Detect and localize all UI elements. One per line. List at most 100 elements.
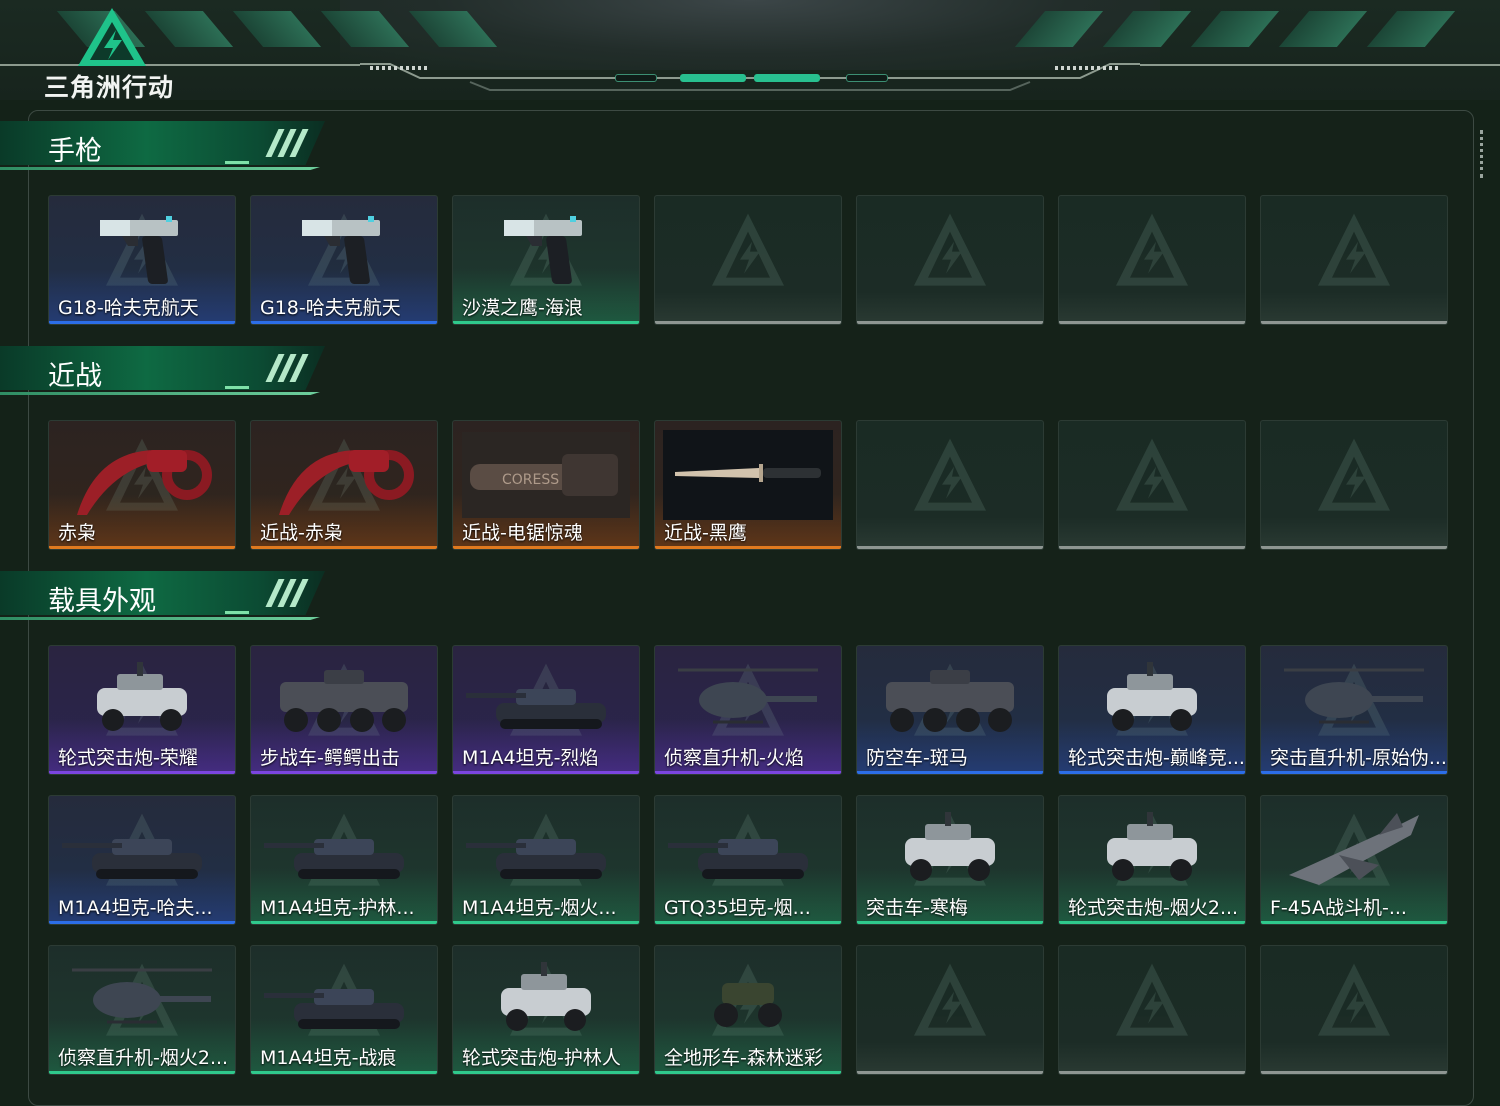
item-name: 防空车-斑马 — [866, 747, 968, 769]
empty-slot[interactable] — [856, 195, 1044, 325]
header-stripe — [144, 11, 234, 47]
item-name: M1A4坦克-哈夫... — [58, 897, 213, 919]
rarity-bar — [1261, 771, 1447, 774]
placeholder-logo-icon — [1116, 213, 1188, 286]
header-line-right — [1140, 64, 1500, 66]
placeholder-logo-icon — [914, 438, 986, 511]
logo-text: 三角洲行动 — [44, 73, 175, 102]
item-name: M1A4坦克-战痕 — [260, 1047, 397, 1069]
item-name: 近战-赤枭 — [260, 522, 343, 544]
tank-icon — [264, 965, 424, 1039]
section-title: 近战 — [48, 361, 102, 392]
item-card[interactable]: 突击车-寒梅 — [856, 795, 1044, 925]
helicopter-icon — [1279, 660, 1429, 744]
section-header-accent — [225, 611, 249, 614]
item-card[interactable]: M1A4坦克-烈焰 — [452, 645, 640, 775]
placeholder-logo-icon — [712, 213, 784, 286]
item-name: 突击直升机-原始伪... — [1270, 747, 1447, 769]
empty-slot[interactable] — [1260, 420, 1448, 550]
armored-car-icon — [1097, 810, 1207, 894]
tank-icon — [264, 815, 424, 889]
empty-slot[interactable] — [1260, 195, 1448, 325]
rarity-bar — [1059, 1071, 1245, 1074]
item-card[interactable]: 轮式突击炮-巅峰竞... — [1058, 645, 1246, 775]
rarity-bar — [1059, 921, 1245, 924]
item-name: 轮式突击炮-巅峰竞... — [1068, 747, 1245, 769]
header-stripe — [1366, 11, 1456, 47]
item-card[interactable]: M1A4坦克-护林... — [250, 795, 438, 925]
item-card[interactable]: 近战-黑鹰 — [654, 420, 842, 550]
rarity-bar — [1261, 546, 1447, 549]
rarity-bar — [453, 546, 639, 549]
pager-pill-2-active[interactable] — [680, 74, 746, 82]
scrollbar[interactable] — [1480, 130, 1487, 178]
item-card[interactable]: 突击直升机-原始伪... — [1260, 645, 1448, 775]
placeholder-logo-icon — [1116, 438, 1188, 511]
armored-car-icon — [1097, 660, 1207, 744]
item-card[interactable]: 步战车-鳄鳄出击 — [250, 645, 438, 775]
item-card[interactable]: G18-哈夫克航天 — [48, 195, 236, 325]
header-stripe — [1278, 11, 1368, 47]
item-card[interactable]: 侦察直升机-火焰 — [654, 645, 842, 775]
rarity-bar — [655, 321, 841, 324]
item-card[interactable]: GTQ35坦克-烟... — [654, 795, 842, 925]
item-name: 近战-电锯惊魂 — [462, 522, 583, 544]
item-name: 轮式突击炮-护林人 — [462, 1047, 621, 1069]
pager-pill-4[interactable] — [846, 74, 888, 82]
rarity-bar — [251, 771, 437, 774]
item-card[interactable]: 防空车-斑马 — [856, 645, 1044, 775]
empty-slot[interactable] — [1058, 945, 1246, 1075]
rarity-bar — [655, 1071, 841, 1074]
empty-slot[interactable] — [1058, 420, 1246, 550]
pager-pill-1[interactable] — [615, 74, 657, 82]
item-card[interactable]: G18-哈夫克航天 — [250, 195, 438, 325]
item-name: M1A4坦克-护林... — [260, 897, 415, 919]
rarity-bar — [251, 921, 437, 924]
ifv-icon — [274, 660, 414, 744]
armored-car-icon — [87, 660, 197, 744]
rarity-bar — [655, 921, 841, 924]
item-name: M1A4坦克-烟火... — [462, 897, 617, 919]
armored-car-icon — [491, 960, 601, 1044]
placeholder-logo-icon — [1116, 963, 1188, 1036]
item-card[interactable]: 轮式突击炮-烟火2... — [1058, 795, 1246, 925]
item-card[interactable]: M1A4坦克-哈夫... — [48, 795, 236, 925]
empty-slot[interactable] — [1260, 945, 1448, 1075]
item-name: 近战-黑鹰 — [664, 522, 747, 544]
section-header: 手枪 — [0, 121, 330, 173]
item-name: 步战车-鳄鳄出击 — [260, 747, 400, 769]
item-card[interactable]: 轮式突击炮-护林人 — [452, 945, 640, 1075]
rarity-bar — [453, 921, 639, 924]
rarity-bar — [1059, 546, 1245, 549]
item-name: 侦察直升机-烟火2... — [58, 1047, 229, 1069]
tank-icon — [466, 815, 626, 889]
item-card[interactable]: 侦察直升机-烟火2... — [48, 945, 236, 1075]
empty-slot[interactable] — [856, 420, 1044, 550]
karambit-icon — [269, 430, 419, 524]
rarity-bar — [1261, 1071, 1447, 1074]
placeholder-logo-icon — [914, 963, 986, 1036]
empty-slot[interactable] — [1058, 195, 1246, 325]
item-card[interactable]: 近战-赤枭 — [250, 420, 438, 550]
pager-pill-3-active[interactable] — [754, 74, 820, 82]
rarity-bar — [49, 321, 235, 324]
item-card[interactable]: 赤枭 — [48, 420, 236, 550]
item-card[interactable]: 轮式突击炮-荣耀 — [48, 645, 236, 775]
jet-icon — [1279, 805, 1429, 899]
item-name: F-45A战斗机-... — [1270, 897, 1407, 919]
item-card[interactable]: 全地形车-森林迷彩 — [654, 945, 842, 1075]
item-card[interactable]: F-45A战斗机-... — [1260, 795, 1448, 925]
rarity-bar — [49, 771, 235, 774]
item-card[interactable]: M1A4坦克-烟火... — [452, 795, 640, 925]
rarity-bar — [49, 921, 235, 924]
pistol-icon — [496, 210, 596, 294]
rarity-bar — [1059, 771, 1245, 774]
rarity-bar — [251, 1071, 437, 1074]
empty-slot[interactable] — [856, 945, 1044, 1075]
empty-slot[interactable] — [654, 195, 842, 325]
item-card[interactable]: 沙漠之鹰-海浪 — [452, 195, 640, 325]
item-card[interactable]: M1A4坦克-战痕 — [250, 945, 438, 1075]
item-card[interactable]: CORESS 近战-电锯惊魂 — [452, 420, 640, 550]
section-header: 近战 — [0, 346, 330, 398]
item-name: 赤枭 — [58, 522, 97, 544]
